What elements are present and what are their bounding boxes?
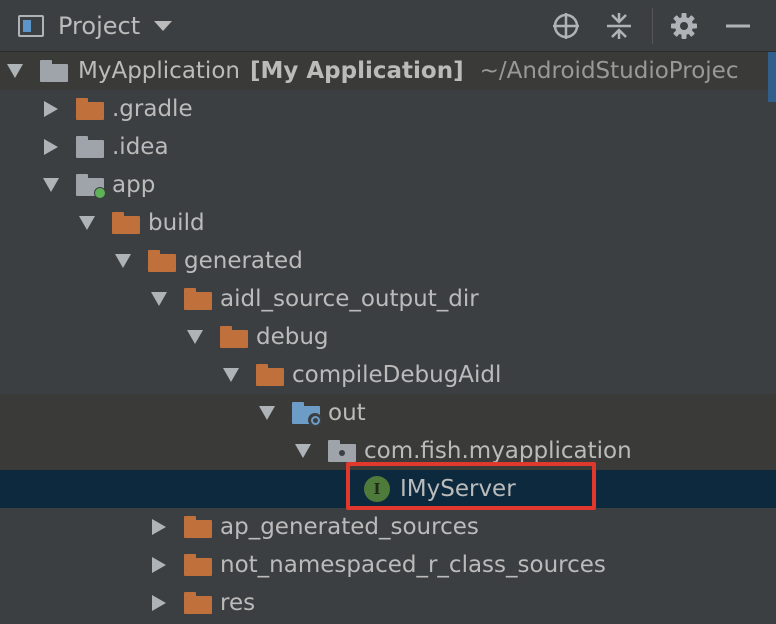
module-folder-icon <box>76 174 106 199</box>
folder-icon <box>76 136 104 158</box>
tree-item-label: build <box>148 210 205 236</box>
tree-item-label: debug <box>256 324 329 350</box>
tree-row-not-namespaced-r-class-sources[interactable]: not_namespaced_r_class_sources <box>0 546 776 584</box>
expand-arrow-icon[interactable] <box>150 595 168 611</box>
expand-arrow-icon[interactable] <box>42 139 60 155</box>
root-module-name: [My Application] <box>249 58 464 84</box>
folder-icon <box>76 98 104 120</box>
project-view-icon <box>18 15 44 37</box>
expand-arrow-icon[interactable] <box>186 330 204 344</box>
tree-item-label: com.fish.myapplication <box>364 438 632 464</box>
folder-icon <box>220 326 248 348</box>
folder-icon <box>184 592 212 614</box>
package-icon <box>328 440 356 462</box>
expand-arrow-icon[interactable] <box>6 64 24 78</box>
tree-row-idea[interactable]: .idea <box>0 128 776 166</box>
toolbar-divider <box>652 8 653 44</box>
tree-item-label: res <box>220 590 256 616</box>
project-tool-window-header: Project <box>0 0 776 52</box>
root-project-name: MyApplication <box>78 58 240 84</box>
tree-row-debug[interactable]: debug <box>0 318 776 356</box>
tree-row-ap-generated-sources[interactable]: ap_generated_sources <box>0 508 776 546</box>
expand-arrow-icon[interactable] <box>150 519 168 535</box>
folder-icon <box>148 250 176 272</box>
folder-icon <box>256 364 284 386</box>
root-project-path: ~/AndroidStudioProjec <box>479 58 739 84</box>
tree-item-label: out <box>328 400 366 426</box>
tree-item-label: .idea <box>112 134 169 160</box>
locate-icon[interactable] <box>550 10 582 42</box>
tree-row-generated[interactable]: generated <box>0 242 776 280</box>
hide-icon[interactable] <box>722 10 754 42</box>
chevron-down-icon <box>154 21 173 31</box>
expand-arrow-icon[interactable] <box>114 254 132 268</box>
generated-sources-folder-icon <box>292 402 322 427</box>
project-tree: MyApplication [My Application] ~/Android… <box>0 52 776 624</box>
tool-window-title: Project <box>58 12 141 40</box>
tree-row-root[interactable]: MyApplication [My Application] ~/Android… <box>0 52 776 90</box>
tree-row-res[interactable]: res <box>0 584 776 622</box>
expand-arrow-icon[interactable] <box>78 216 96 230</box>
folder-icon <box>112 212 140 234</box>
folder-icon <box>184 554 212 576</box>
expand-arrow-icon[interactable] <box>42 101 60 117</box>
tree-item-label: ap_generated_sources <box>220 514 479 540</box>
tree-row-app[interactable]: app <box>0 166 776 204</box>
tree-row-out[interactable]: out <box>0 394 776 432</box>
expand-arrow-icon[interactable] <box>42 178 60 192</box>
tree-row-build[interactable]: build <box>0 204 776 242</box>
folder-icon <box>184 516 212 538</box>
tree-row-compile-debug-aidl[interactable]: compileDebugAidl <box>0 356 776 394</box>
tree-item-label: not_namespaced_r_class_sources <box>220 552 606 578</box>
tree-item-label: .gradle <box>112 96 193 122</box>
tree-item-label: compileDebugAidl <box>292 362 502 388</box>
folder-icon <box>184 288 212 310</box>
tree-row-gradle[interactable]: .gradle <box>0 90 776 128</box>
gear-icon[interactable] <box>668 10 700 42</box>
expand-arrow-icon[interactable] <box>222 368 240 382</box>
expand-arrow-icon[interactable] <box>150 557 168 573</box>
expand-arrow-icon[interactable] <box>258 406 276 420</box>
tree-item-label: generated <box>184 248 303 274</box>
expand-arrow-icon[interactable] <box>150 292 168 306</box>
tree-item-label: aidl_source_output_dir <box>220 286 479 312</box>
tree-row-aidl-source-output-dir[interactable]: aidl_source_output_dir <box>0 280 776 318</box>
tree-item-label: app <box>112 172 156 198</box>
highlight-annotation-box <box>346 462 596 510</box>
collapse-all-icon[interactable] <box>603 10 635 42</box>
project-view-selector[interactable]: Project <box>18 10 173 42</box>
editor-edge-indicator <box>768 52 776 102</box>
expand-arrow-icon[interactable] <box>294 444 312 458</box>
module-folder-icon <box>40 60 68 82</box>
